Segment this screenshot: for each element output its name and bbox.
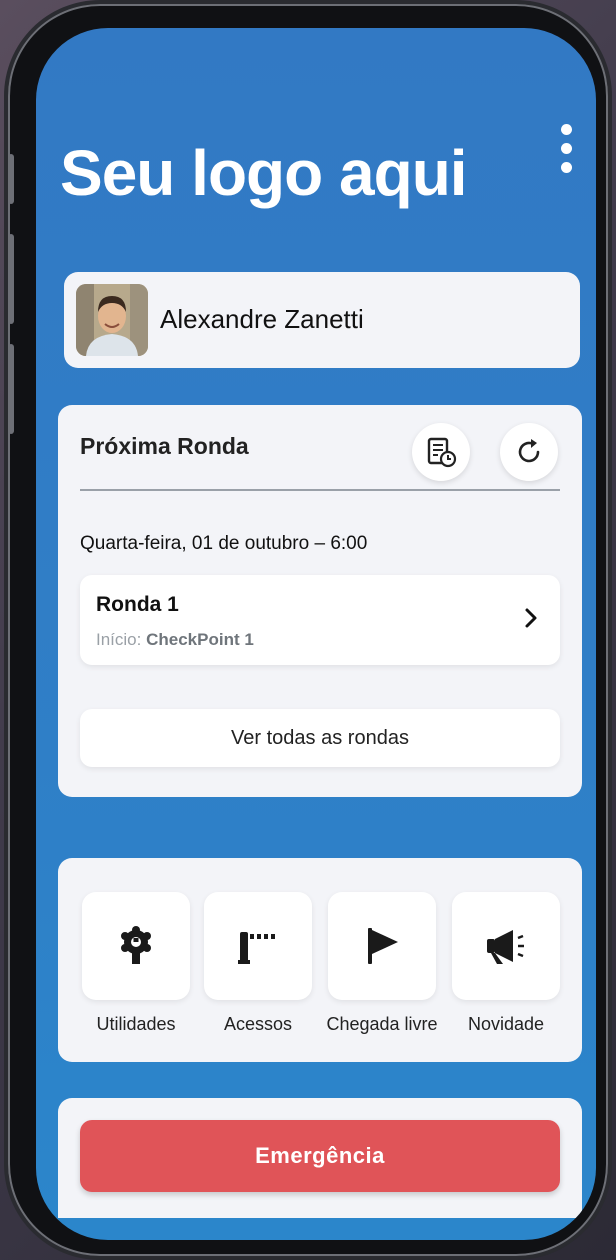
round-start: Início: CheckPoint 1	[96, 630, 254, 650]
user-card: Alexandre Zanetti	[64, 272, 580, 368]
next-round-title: Próxima Ronda	[80, 433, 249, 459]
shortcut-free-arrival[interactable]	[328, 892, 436, 1000]
round-item[interactable]: Ronda 1 Início: CheckPoint 1	[80, 575, 560, 665]
shortcuts-card: Utilidades Acessos Chegada livre Novidad…	[58, 858, 582, 1062]
shortcut-utilities-label: Utilidades	[96, 1014, 176, 1034]
round-name: Ronda 1	[96, 593, 179, 616]
chevron-right-icon	[525, 608, 537, 628]
flag-icon	[368, 928, 398, 964]
emergency-card: Emergência	[58, 1098, 582, 1218]
phone-volume-down	[8, 344, 14, 434]
shortcut-utilities[interactable]	[82, 892, 190, 1000]
shortcut-free-arrival-label: Chegada livre	[326, 1014, 438, 1034]
app-logo: Seu logo aqui	[60, 137, 468, 209]
refresh-button[interactable]	[500, 423, 558, 481]
shortcut-access-label: Acessos	[223, 1014, 293, 1034]
utilities-icon	[121, 926, 151, 964]
kebab-menu-icon[interactable]	[558, 124, 574, 184]
phone-side-button	[8, 154, 14, 204]
shortcut-news-label: Novidade	[467, 1014, 545, 1034]
divider	[80, 489, 560, 491]
barrier-gate-icon	[238, 932, 275, 964]
shortcut-news[interactable]	[452, 892, 560, 1000]
app-screen: Seu logo aqui Alexandre Zanetti Próxima …	[36, 28, 596, 1240]
refresh-icon	[518, 439, 540, 463]
user-name: Alexandre Zanetti	[160, 304, 364, 334]
next-round-card: Próxima Ronda Quarta-feira, 01 de outubr…	[58, 405, 582, 797]
avatar	[76, 284, 148, 356]
megaphone-icon	[487, 930, 524, 964]
view-all-rounds-button[interactable]: Ver todas as rondas	[80, 709, 560, 767]
phone-frame: Seu logo aqui Alexandre Zanetti Próxima …	[8, 4, 608, 1256]
round-start-label: Início:	[96, 630, 142, 649]
round-start-value: CheckPoint 1	[146, 630, 254, 649]
next-round-date: Quarta-feira, 01 de outubro – 6:00	[80, 533, 368, 554]
emergency-button[interactable]: Emergência	[80, 1120, 560, 1192]
schedule-button[interactable]	[412, 423, 470, 481]
schedule-document-icon	[427, 437, 457, 468]
phone-volume-up	[8, 234, 14, 324]
shortcut-access[interactable]	[204, 892, 312, 1000]
